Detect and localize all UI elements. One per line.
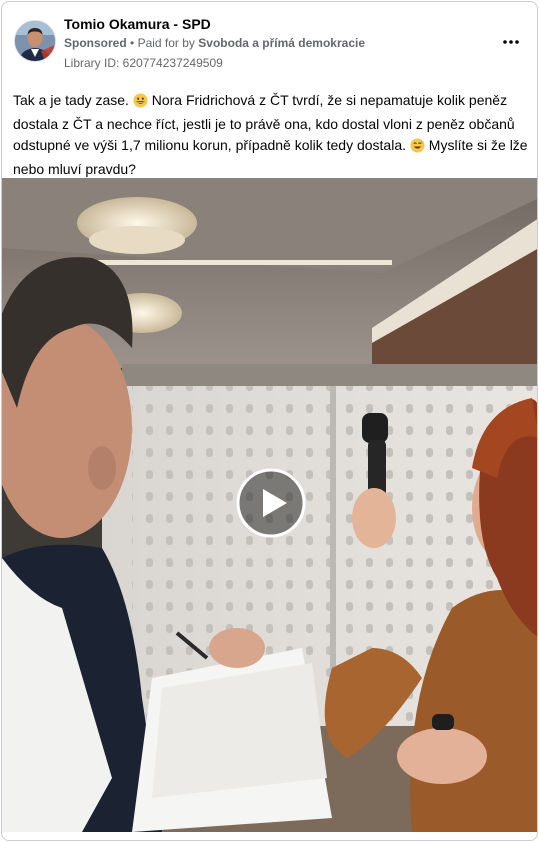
sponsored-line: Sponsored • Paid for by Svoboda a přímá … [64,36,365,50]
paid-for-prefix: Paid for by [137,36,195,50]
author-name[interactable]: Tomio Okamura - SPD [64,16,211,32]
library-id: Library ID: 620774237249509 [64,56,223,70]
avatar-photo [15,21,55,61]
payer-name[interactable]: Svoboda a přímá demokracie [198,36,365,50]
meta-dot: • [130,36,138,50]
grinning-sweat-emoji [410,138,425,159]
ad-post-card: Tomio Okamura - SPD Sponsored • Paid for… [1,1,538,841]
post-message: Tak a je tady zase. Nora Fridrichová z Č… [13,90,528,180]
post-text-intro: Tak a je tady zase. [13,92,129,108]
sponsored-label[interactable]: Sponsored [64,36,127,50]
play-button[interactable] [236,468,306,538]
post-header: Tomio Okamura - SPD Sponsored • Paid for… [2,2,537,80]
video-player[interactable] [2,178,537,832]
more-options-button[interactable] [499,30,523,54]
grinning-face-emoji [133,93,148,114]
play-icon [236,468,306,538]
more-horizontal-icon [503,40,519,44]
page-avatar[interactable] [14,20,56,62]
